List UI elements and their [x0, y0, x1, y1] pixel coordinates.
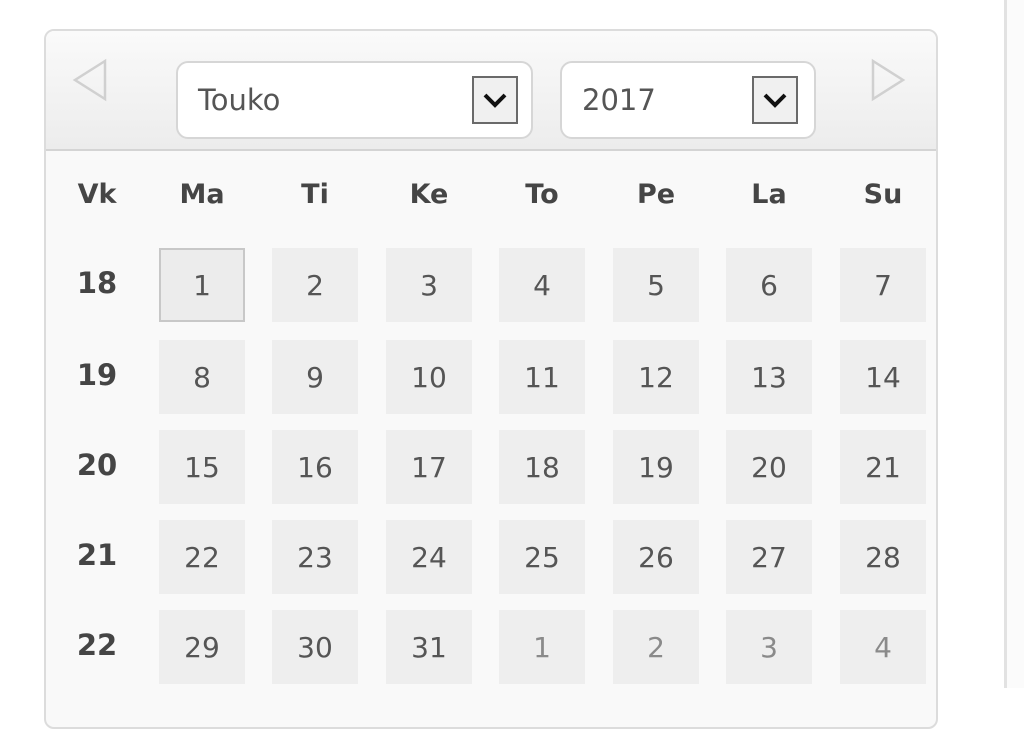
day-cell-other-month[interactable]: 2: [613, 610, 699, 684]
day-cell[interactable]: 17: [386, 430, 472, 504]
weekday-header: Su: [863, 179, 903, 210]
month-dropdown-button[interactable]: [472, 76, 518, 124]
day-cell[interactable]: 29: [159, 610, 245, 684]
weekday-header: Ti: [301, 179, 329, 210]
week-number: 21: [76, 538, 118, 572]
week-number: 19: [76, 358, 118, 392]
day-cell-highlighted[interactable]: 1: [159, 248, 245, 322]
weekday-header: La: [751, 179, 787, 210]
day-cell[interactable]: 24: [386, 520, 472, 594]
day-cell[interactable]: 27: [726, 520, 812, 594]
month-select-value: Touko: [198, 83, 281, 117]
weekday-header: Ke: [409, 179, 449, 210]
day-cell-other-month[interactable]: 1: [499, 610, 585, 684]
day-cell[interactable]: 12: [613, 340, 699, 414]
day-cell[interactable]: 20: [726, 430, 812, 504]
week-number: 22: [76, 628, 118, 662]
datepicker-header: Touko 2017: [46, 31, 936, 151]
day-cell[interactable]: 7: [840, 248, 926, 322]
day-cell[interactable]: 9: [272, 340, 358, 414]
day-cell[interactable]: 6: [726, 248, 812, 322]
chevron-down-icon: [483, 93, 507, 108]
year-dropdown-button[interactable]: [752, 76, 798, 124]
day-cell[interactable]: 28: [840, 520, 926, 594]
next-month-button[interactable]: [868, 55, 908, 105]
day-cell[interactable]: 26: [613, 520, 699, 594]
day-cell[interactable]: 14: [840, 340, 926, 414]
chevron-down-icon: [763, 93, 787, 108]
day-cell[interactable]: 30: [272, 610, 358, 684]
weekday-header: Ma: [179, 179, 225, 210]
weekday-header: Pe: [636, 179, 676, 210]
datepicker: Touko 2017 Vk Ma Ti Ke To Pe La Su 18 1 2 3 4 5 6 7 19 8 9…: [44, 29, 938, 729]
day-cell[interactable]: 31: [386, 610, 472, 684]
week-number: 20: [76, 448, 118, 482]
day-cell[interactable]: 8: [159, 340, 245, 414]
day-cell[interactable]: 25: [499, 520, 585, 594]
year-select[interactable]: 2017: [560, 61, 816, 139]
day-cell-other-month[interactable]: 3: [726, 610, 812, 684]
triangle-right-icon: [871, 58, 906, 102]
day-cell[interactable]: 19: [613, 430, 699, 504]
triangle-left-icon: [72, 58, 107, 102]
week-number-header: Vk: [77, 179, 117, 210]
weekday-header: To: [525, 179, 559, 210]
day-cell[interactable]: 16: [272, 430, 358, 504]
right-pane: [1007, 0, 1024, 688]
day-cell[interactable]: 13: [726, 340, 812, 414]
prev-month-button[interactable]: [70, 55, 110, 105]
month-select[interactable]: Touko: [176, 61, 533, 139]
day-cell[interactable]: 10: [386, 340, 472, 414]
day-cell[interactable]: 5: [613, 248, 699, 322]
day-cell[interactable]: 2: [272, 248, 358, 322]
day-cell[interactable]: 11: [499, 340, 585, 414]
day-cell[interactable]: 18: [499, 430, 585, 504]
day-cell[interactable]: 23: [272, 520, 358, 594]
day-cell[interactable]: 22: [159, 520, 245, 594]
day-cell[interactable]: 3: [386, 248, 472, 322]
week-number: 18: [76, 266, 118, 300]
day-cell-other-month[interactable]: 4: [840, 610, 926, 684]
day-cell[interactable]: 15: [159, 430, 245, 504]
day-cell[interactable]: 21: [840, 430, 926, 504]
day-cell[interactable]: 4: [499, 248, 585, 322]
year-select-value: 2017: [582, 83, 656, 117]
